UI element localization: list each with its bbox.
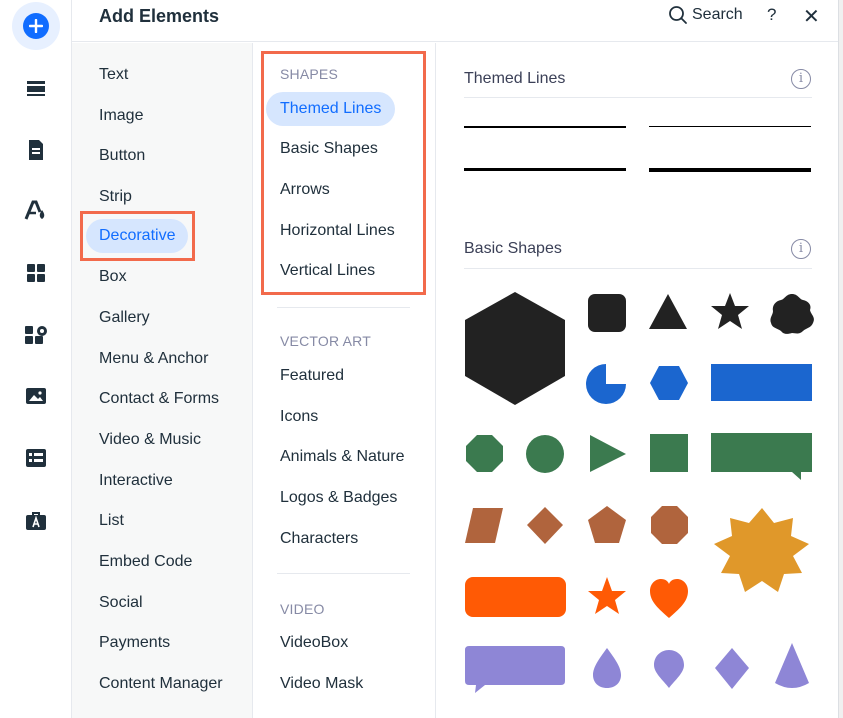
section-heading-shapes: SHAPES: [280, 66, 338, 82]
category-item-decorative[interactable]: Decorative: [86, 219, 189, 253]
orange-star-shape[interactable]: [588, 577, 626, 614]
rounded-square-shape[interactable]: [588, 294, 626, 332]
star-shape[interactable]: [711, 293, 749, 329]
pie-shape[interactable]: [586, 364, 626, 404]
green-square-shape[interactable]: [650, 434, 688, 472]
subcategory-item-vertical-lines[interactable]: Vertical Lines: [280, 259, 375, 283]
category-item-embed-code[interactable]: Embed Code: [99, 550, 192, 574]
subcategory-item-arrows[interactable]: Arrows: [280, 178, 330, 202]
brown-pentagon-shape[interactable]: [588, 506, 626, 543]
apps-icon: [27, 264, 45, 282]
left-toolbar: [0, 0, 72, 718]
category-item-menu-anchor[interactable]: Menu & Anchor: [99, 347, 208, 371]
search-label: Search: [692, 6, 743, 23]
triangle-shape[interactable]: [649, 294, 687, 329]
search-icon: [669, 6, 687, 24]
lavender-pin-shape[interactable]: [654, 650, 684, 688]
elements-gallery: Themed Lines i Basic Shapes i: [437, 43, 838, 718]
lavender-diamond-shape[interactable]: [715, 648, 749, 689]
cms-button[interactable]: [12, 434, 60, 482]
green-circle-shape[interactable]: [526, 435, 564, 473]
scalloped-circle-shape[interactable]: [770, 294, 814, 334]
add-button-background: [12, 2, 60, 50]
category-item-text[interactable]: Text: [99, 63, 128, 87]
site-design-button[interactable]: [12, 187, 60, 235]
add-elements-button[interactable]: [12, 2, 60, 50]
green-speech-bubble-shape[interactable]: [711, 433, 812, 480]
green-play-triangle-shape[interactable]: [590, 435, 626, 472]
media-button[interactable]: [12, 372, 60, 420]
lavender-drop-shape[interactable]: [593, 648, 621, 688]
large-hexagon-shape[interactable]: [465, 292, 565, 405]
design-icon: [24, 200, 45, 220]
brown-diamond-shape[interactable]: [527, 507, 563, 544]
portfolio-button[interactable]: [12, 496, 60, 544]
my-apps-button[interactable]: [12, 249, 60, 297]
subcategory-item-featured[interactable]: Featured: [280, 364, 344, 388]
brown-octagon-shape[interactable]: [651, 506, 688, 544]
section-divider: [277, 573, 410, 574]
window-edge: [838, 0, 843, 718]
blue-hexagon-shape[interactable]: [650, 366, 688, 400]
category-item-payments[interactable]: Payments: [99, 631, 170, 655]
pages-icon: [29, 140, 43, 160]
section-heading-vector-art: VECTOR ART: [280, 333, 371, 349]
pages-button[interactable]: [12, 126, 60, 174]
subcategory-item-video-mask[interactable]: Video Mask: [280, 672, 363, 696]
category-item-social[interactable]: Social: [99, 591, 143, 615]
category-item-gallery[interactable]: Gallery: [99, 306, 150, 330]
category-item-box[interactable]: Box: [99, 265, 127, 289]
lavender-cone-shape[interactable]: [775, 643, 809, 688]
section-heading-video: VIDEO: [280, 601, 325, 617]
panel-title: Add Elements: [99, 6, 220, 26]
subcategory-item-videobox[interactable]: VideoBox: [280, 631, 348, 655]
media-icon: [26, 388, 46, 404]
subcategory-item-logos-badges[interactable]: Logos & Badges: [280, 486, 397, 510]
orange-heart-shape[interactable]: [650, 579, 688, 618]
close-button[interactable]: ✕: [803, 4, 820, 29]
sections-icon: [27, 81, 45, 96]
subcategory-item-themed-lines[interactable]: Themed Lines: [266, 92, 396, 126]
subcategory-item-basic-shapes[interactable]: Basic Shapes: [280, 137, 378, 161]
category-item-button[interactable]: Button: [99, 144, 145, 168]
help-button[interactable]: ?: [767, 5, 776, 25]
brown-parallelogram-shape[interactable]: [465, 508, 503, 543]
category-item-image[interactable]: Image: [99, 104, 143, 128]
category-item-contact-forms[interactable]: Contact & Forms: [99, 387, 219, 411]
category-item-list[interactable]: List: [99, 509, 124, 533]
category-item-video-music[interactable]: Video & Music: [99, 428, 201, 452]
category-item-strip[interactable]: Strip: [99, 185, 132, 209]
panel-header: Add Elements Search ? ✕: [72, 0, 838, 42]
lavender-speech-bubble-shape[interactable]: [465, 646, 565, 693]
subcategory-item-icons[interactable]: Icons: [280, 405, 318, 429]
orange-rounded-rectangle-shape[interactable]: [465, 577, 566, 617]
plus-icon: [23, 13, 49, 39]
cms-icon: [26, 449, 46, 467]
subcategory-list: SHAPES Themed Lines Basic Shapes Arrows …: [253, 43, 436, 718]
add-apps-button[interactable]: [12, 311, 60, 359]
subcategory-item-characters[interactable]: Characters: [280, 527, 358, 551]
category-list: Text Image Button Strip Decorative Box G…: [72, 43, 253, 718]
subcategory-item-animals-nature[interactable]: Animals & Nature: [280, 445, 405, 469]
subcategory-item-horizontal-lines[interactable]: Horizontal Lines: [280, 219, 395, 243]
blue-rectangle-shape[interactable]: [711, 364, 812, 401]
basic-shapes-grid: [465, 292, 814, 693]
sections-button[interactable]: [12, 64, 60, 112]
portfolio-icon: [26, 512, 46, 530]
add-apps-icon: [25, 326, 47, 344]
search-button[interactable]: Search: [668, 5, 743, 25]
category-item-content-manager[interactable]: Content Manager: [99, 672, 223, 696]
category-item-interactive[interactable]: Interactive: [99, 469, 173, 493]
gold-starburst-shape[interactable]: [714, 508, 809, 592]
section-divider: [277, 307, 410, 308]
green-octagon-shape[interactable]: [466, 435, 503, 472]
